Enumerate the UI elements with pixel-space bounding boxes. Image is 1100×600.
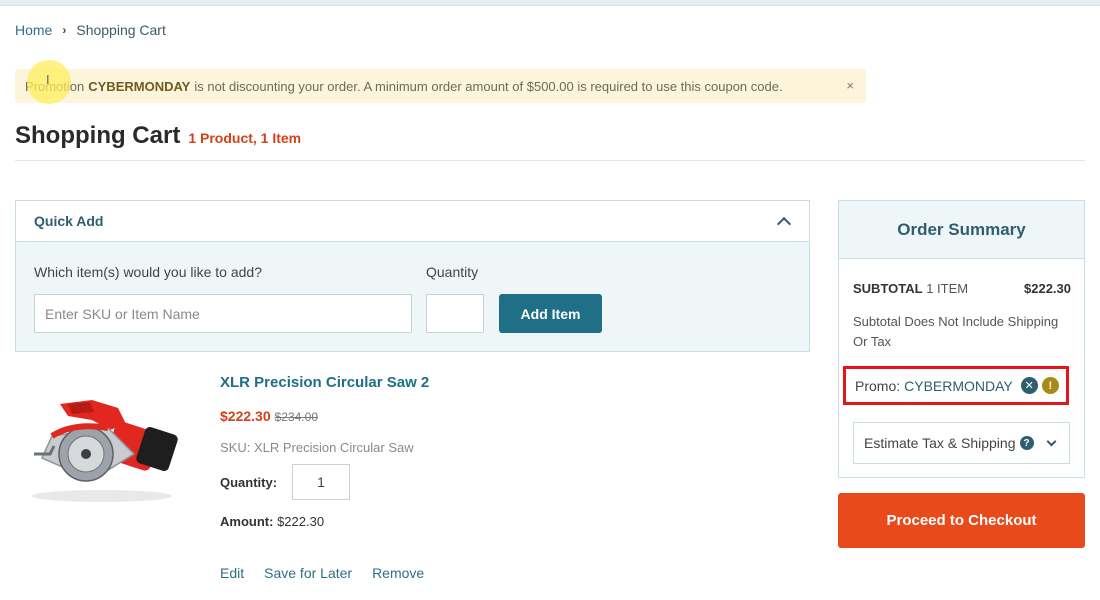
alert-message: is not discounting your order. A minimum… [194, 78, 783, 94]
cart-count: 1 Product, 1 Item [188, 130, 302, 146]
breadcrumb: Home › Shopping Cart [15, 22, 166, 38]
product-amount-value: $222.30 [277, 514, 325, 529]
product-amount: Amount: $222.30 [220, 514, 324, 529]
sku-search-input[interactable] [34, 294, 412, 333]
product-price: $222.30 $234.00 [220, 408, 318, 424]
subtotal-note: Subtotal Does Not Include Shipping Or Ta… [853, 314, 1059, 349]
close-icon[interactable]: × [846, 78, 854, 93]
quick-add-panel: Quick Add Which item(s) would you like t… [15, 200, 810, 352]
item-field-label: Which item(s) would you like to add? [34, 264, 262, 280]
product-original-price: $234.00 [274, 410, 318, 424]
subtotal-value: $222.30 [1024, 281, 1071, 296]
chevron-right-icon: › [62, 23, 67, 37]
promo-code-row: Promo: CYBERMONDAY ✕ ! [843, 366, 1069, 405]
quick-add-title: Quick Add [34, 213, 104, 229]
order-summary-title: Order Summary [839, 201, 1084, 259]
page-title-text: Shopping Cart [15, 122, 181, 149]
subtotal-row: SUBTOTAL 1 ITEM $222.30 [853, 281, 1071, 296]
promo-label: Promo: [855, 377, 901, 394]
alert-promo-code: CYBERMONDAY [88, 78, 191, 94]
proceed-to-checkout-button[interactable]: Proceed to Checkout [838, 493, 1085, 548]
quick-add-quantity-input[interactable] [426, 294, 484, 333]
page-title: Shopping Cart 1 Product, 1 Item [15, 122, 301, 150]
remove-promo-icon[interactable]: ✕ [1020, 377, 1038, 394]
quantity-field-label: Quantity [426, 264, 479, 280]
chevron-down-icon [1046, 436, 1056, 446]
subtotal-item-count: 1 ITEM [926, 281, 969, 296]
product-name-link[interactable]: XLR Precision Circular Saw 2 [220, 374, 429, 391]
promo-code: CYBERMONDAY [904, 377, 1013, 394]
breadcrumb-home-link[interactable]: Home [15, 22, 52, 38]
product-amount-label: Amount: [220, 514, 274, 529]
help-icon[interactable]: ? [1019, 436, 1034, 450]
edit-link[interactable]: Edit [220, 565, 244, 581]
product-quantity-input[interactable] [292, 464, 350, 500]
warning-icon[interactable]: ! [1041, 377, 1059, 394]
top-bar [0, 0, 1100, 6]
product-actions: Edit Save for Later Remove [220, 565, 424, 581]
breadcrumb-current: Shopping Cart [76, 22, 166, 38]
estimate-label: Estimate Tax & Shipping [864, 435, 1016, 451]
circular-saw-image[interactable] [22, 396, 182, 506]
promotion-alert: Promotion CYBERMONDAY is not discounting… [15, 69, 866, 103]
remove-link[interactable]: Remove [372, 565, 424, 581]
product-sku: SKU: XLR Precision Circular Saw [220, 440, 414, 455]
save-for-later-link[interactable]: Save for Later [264, 565, 352, 581]
title-divider [15, 160, 1085, 161]
estimate-tax-shipping-toggle[interactable]: Estimate Tax & Shipping ? [853, 422, 1070, 464]
subtotal-label-text: SUBTOTAL [853, 281, 923, 296]
add-item-button[interactable]: Add Item [499, 294, 602, 333]
text-cursor-icon: I [46, 72, 50, 87]
product-quantity-label: Quantity: [220, 475, 278, 490]
product-sale-price: $222.30 [220, 408, 271, 424]
quick-add-header[interactable]: Quick Add [16, 201, 809, 242]
subtotal-label: SUBTOTAL 1 ITEM [853, 281, 968, 296]
chevron-up-icon[interactable] [776, 216, 792, 231]
